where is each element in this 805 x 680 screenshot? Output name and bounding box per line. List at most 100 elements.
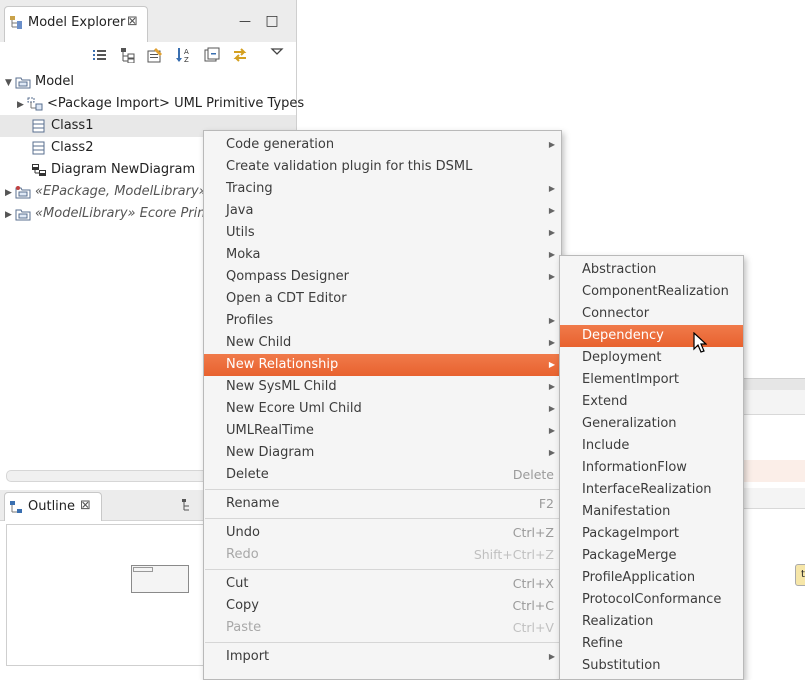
submenu-arrow-icon: ▶ [548, 316, 555, 325]
model-explorer-tab-icon [9, 15, 23, 29]
tree-label: Class1 [51, 118, 94, 133]
background-button[interactable]: t [795, 564, 805, 586]
menu-item-label: Import [226, 649, 270, 664]
menu-item-label: Moka [226, 247, 261, 262]
menu-item-rename[interactable]: Rename F2 [204, 493, 561, 515]
model-explorer-tab[interactable]: Model Explorer ⊠ [4, 6, 148, 43]
tree-label: «ModelLibrary» Ecore Primiti [35, 206, 223, 221]
menu-item-cut[interactable]: Cut Ctrl+X [204, 573, 561, 595]
menu-item-delete[interactable]: Delete Delete [204, 464, 561, 486]
menu-item-utils[interactable]: Utils ▶ [204, 222, 561, 244]
menu-item-import[interactable]: Import ▶ [204, 646, 561, 668]
menu-item-qompass-designer[interactable]: Qompass Designer ▶ [204, 266, 561, 288]
outline-tree-toggle-icon[interactable] [181, 498, 195, 512]
minimize-icon[interactable]: — [238, 14, 252, 28]
menu-item-code-generation[interactable]: Code generation ▶ [204, 134, 561, 156]
menu-item-new-child[interactable]: New Child ▶ [204, 332, 561, 354]
menu-item-new-diagram[interactable]: New Diagram ▶ [204, 442, 561, 464]
submenu-arrow-icon: ▶ [548, 228, 555, 237]
tree-row-package-import[interactable]: ▶ <Package Import> UML Primitive Types [0, 93, 304, 116]
shortcut-label: Ctrl+X [512, 576, 554, 591]
close-icon[interactable]: ⊠ [80, 498, 91, 513]
submenu-item-substitution[interactable]: Substitution [560, 655, 743, 677]
menu-item-new-ecore-uml-child[interactable]: New Ecore Uml Child ▶ [204, 398, 561, 420]
expanded-twisty-icon[interactable]: ▼ [5, 72, 15, 94]
collapsed-twisty-icon[interactable]: ▶ [17, 94, 27, 116]
mouse-cursor-icon [693, 331, 708, 354]
maximize-icon[interactable]: □ [265, 14, 279, 28]
menu-item-profiles[interactable]: Profiles ▶ [204, 310, 561, 332]
submenu-item-packageimport[interactable]: PackageImport [560, 523, 743, 545]
explorer-tab-bar: Model Explorer ⊠ — □ [0, 0, 296, 43]
menu-item-label: Create validation plugin for this DSML [226, 159, 473, 174]
submenu-item-realization[interactable]: Realization [560, 611, 743, 633]
sort-az-icon[interactable]: AZ [175, 47, 193, 65]
submenu-item-informationflow[interactable]: InformationFlow [560, 457, 743, 479]
link-with-editor-icon[interactable] [231, 47, 249, 65]
background-panel-edge [740, 488, 805, 509]
submenu-item-connector[interactable]: Connector [560, 303, 743, 325]
menu-item-moka[interactable]: Moka ▶ [204, 244, 561, 266]
collapsed-twisty-icon[interactable]: ▶ [5, 204, 15, 226]
menu-item-java[interactable]: Java ▶ [204, 200, 561, 222]
menu-item-umlrealtime[interactable]: UMLRealTime ▶ [204, 420, 561, 442]
shortcut-label: Ctrl+Z [512, 525, 554, 540]
shortcut-label: Ctrl+V [512, 620, 554, 635]
menu-item-redo[interactable]: Redo Shift+Ctrl+Z [204, 544, 561, 566]
class-icon [31, 119, 47, 133]
submenu-item-elementimport[interactable]: ElementImport [560, 369, 743, 391]
submenu-item-extend[interactable]: Extend [560, 391, 743, 413]
edit-icon[interactable] [146, 47, 164, 65]
menu-item-paste[interactable]: Paste Ctrl+V [204, 617, 561, 639]
submenu-item-deployment[interactable]: Deployment [560, 347, 743, 369]
submenu-item-generalization[interactable]: Generalization [560, 413, 743, 435]
shortcut-label: Shift+Ctrl+Z [473, 547, 554, 562]
submenu-arrow-icon: ▶ [548, 426, 555, 435]
menu-item-open-cdt-editor[interactable]: Open a CDT Editor [204, 288, 561, 310]
explorer-toolbar: AZ [0, 42, 296, 70]
menu-item-label: Tracing [226, 181, 273, 196]
submenu-item-protocolconformance[interactable]: ProtocolConformance [560, 589, 743, 611]
submenu-item-componentrealization[interactable]: ComponentRealization [560, 281, 743, 303]
list-icon[interactable] [91, 47, 109, 65]
submenu-item-profileapplication[interactable]: ProfileApplication [560, 567, 743, 589]
menu-item-new-sysml-child[interactable]: New SysML Child ▶ [204, 376, 561, 398]
close-icon[interactable]: ⊠ [127, 14, 138, 29]
menu-item-tracing[interactable]: Tracing ▶ [204, 178, 561, 200]
menu-item-label: Code generation [226, 137, 335, 152]
package-icon [15, 75, 31, 89]
menu-item-label: Utils [226, 225, 255, 240]
menu-item-label: Cut [226, 576, 249, 591]
menu-item-create-validation-plugin[interactable]: Create validation plugin for this DSML [204, 156, 561, 178]
collapsed-twisty-icon[interactable]: ▶ [5, 182, 15, 204]
submenu-item-include[interactable]: Include [560, 435, 743, 457]
menu-separator [205, 489, 560, 490]
outline-tab[interactable]: Outline ⊠ [4, 492, 102, 521]
tree-label: <Package Import> UML Primitive Types [47, 96, 305, 111]
menu-item-label: Delete [226, 467, 269, 482]
menu-item-label: New Relationship [226, 357, 339, 372]
submenu-item-packagemerge[interactable]: PackageMerge [560, 545, 743, 567]
submenu-item-abstraction[interactable]: Abstraction [560, 259, 743, 281]
submenu-item-interfacerealization[interactable]: InterfaceRealization [560, 479, 743, 501]
menu-item-undo[interactable]: Undo Ctrl+Z [204, 522, 561, 544]
submenu-item-dependency[interactable]: Dependency [560, 325, 743, 347]
submenu-arrow-icon: ▶ [548, 338, 555, 347]
svg-text:A: A [184, 48, 189, 56]
collapse-all-icon[interactable] [203, 47, 221, 65]
menu-item-copy[interactable]: Copy Ctrl+C [204, 595, 561, 617]
submenu-item-refine[interactable]: Refine [560, 633, 743, 655]
submenu-item-manifestation[interactable]: Manifestation [560, 501, 743, 523]
view-menu-icon[interactable] [268, 45, 286, 63]
menu-item-new-relationship[interactable]: New Relationship ▶ [204, 354, 561, 376]
menu-item-label: Rename [226, 496, 280, 511]
menu-item-label: New Ecore Uml Child [226, 401, 362, 416]
tree-row-model[interactable]: ▼ Model [0, 71, 296, 93]
outline-tab-label: Outline [28, 499, 76, 514]
tree-icon[interactable] [119, 47, 137, 65]
menu-item-label: Copy [226, 598, 259, 613]
menu-item-label: New Diagram [226, 445, 315, 460]
menu-item-label: Open a CDT Editor [226, 291, 347, 306]
shortcut-label: F2 [538, 496, 554, 511]
epackage-icon [15, 185, 31, 199]
